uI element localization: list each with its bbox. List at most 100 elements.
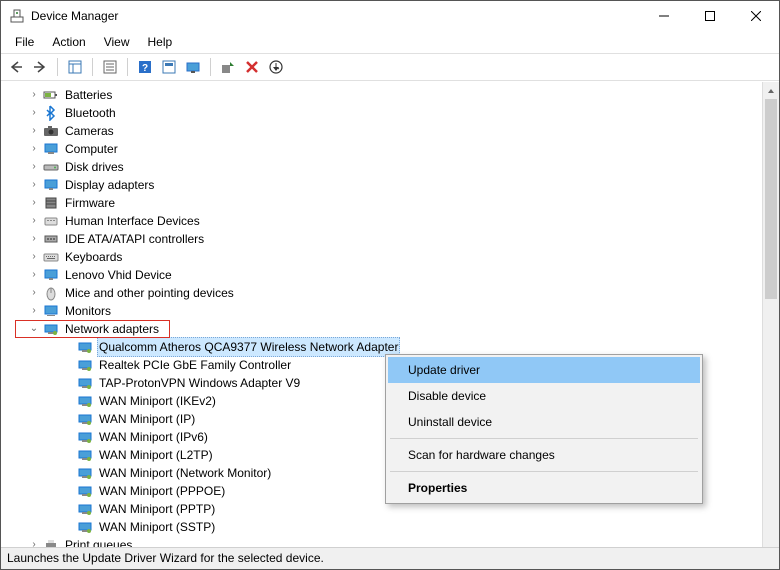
separator <box>390 438 698 439</box>
network-icon <box>77 339 93 355</box>
expand-icon[interactable]: › <box>27 194 41 212</box>
tree-category-label: Network adapters <box>63 320 161 338</box>
tree-category[interactable]: › Human Interface Devices <box>11 212 779 230</box>
expand-icon[interactable]: › <box>27 230 41 248</box>
window-title: Device Manager <box>31 9 641 23</box>
expand-icon[interactable]: › <box>27 302 41 320</box>
update-driver-button[interactable] <box>265 56 287 78</box>
uninstall-button[interactable] <box>241 56 263 78</box>
forward-button[interactable] <box>29 56 51 78</box>
separator <box>127 58 128 76</box>
tree-category-label: Human Interface Devices <box>63 212 202 230</box>
expand-icon[interactable]: › <box>27 176 41 194</box>
menu-action[interactable]: Action <box>44 33 93 51</box>
tree-device-label: WAN Miniport (IKEv2) <box>97 392 218 410</box>
statusbar: Launches the Update Driver Wizard for th… <box>1 547 779 569</box>
tree-device-label: Qualcomm Atheros QCA9377 Wireless Networ… <box>97 337 400 357</box>
close-button[interactable] <box>733 1 779 31</box>
tree-category-label: Keyboards <box>63 248 124 266</box>
menu-view[interactable]: View <box>96 33 138 51</box>
display-icon <box>43 177 59 193</box>
show-hide-tree-button[interactable] <box>64 56 86 78</box>
toolbar: ? <box>1 53 779 81</box>
context-scan-hardware[interactable]: Scan for hardware changes <box>388 442 700 468</box>
bluetooth-icon <box>43 105 59 121</box>
network-icon <box>77 429 93 445</box>
tree-category-label: Monitors <box>63 302 113 320</box>
tree-device-label: WAN Miniport (SSTP) <box>97 518 217 536</box>
tree-category[interactable]: › IDE ATA/ATAPI controllers <box>11 230 779 248</box>
tree-category-label: Mice and other pointing devices <box>63 284 236 302</box>
menu-file[interactable]: File <box>7 33 42 51</box>
network-icon <box>43 321 59 337</box>
network-icon <box>77 519 93 535</box>
separator <box>210 58 211 76</box>
tree-category-label: Display adapters <box>63 176 156 194</box>
expand-icon[interactable]: › <box>27 266 41 284</box>
context-properties[interactable]: Properties <box>388 475 700 501</box>
camera-icon <box>43 123 59 139</box>
titlebar: Device Manager <box>1 1 779 31</box>
context-menu: Update driver Disable device Uninstall d… <box>385 354 703 504</box>
tree-category[interactable]: › Mice and other pointing devices <box>11 284 779 302</box>
scrollbar-thumb[interactable] <box>765 99 777 299</box>
tree-category[interactable]: ›Computer <box>11 140 779 158</box>
tree-device-label: TAP-ProtonVPN Windows Adapter V9 <box>97 374 302 392</box>
display-icon <box>43 267 59 283</box>
tree-category[interactable]: ›Bluetooth <box>11 104 779 122</box>
expand-icon[interactable]: › <box>27 140 41 158</box>
tree-category[interactable]: ›Disk drives <box>11 158 779 176</box>
maximize-button[interactable] <box>687 1 733 31</box>
network-icon <box>77 447 93 463</box>
tree-device-label: WAN Miniport (Network Monitor) <box>97 464 273 482</box>
tree-category[interactable]: › Display adapters <box>11 176 779 194</box>
tree-category-label: IDE ATA/ATAPI controllers <box>63 230 206 248</box>
vertical-scrollbar[interactable] <box>762 82 779 561</box>
tree-category-label: Cameras <box>63 122 116 140</box>
tree-category[interactable]: ⌄ Network adapters <box>11 320 779 338</box>
tree-device[interactable]: ›WAN Miniport (SSTP) <box>11 518 779 536</box>
monitor-icon <box>43 303 59 319</box>
keyboard-icon <box>43 249 59 265</box>
expand-icon[interactable]: › <box>27 122 41 140</box>
context-disable-device[interactable]: Disable device <box>388 383 700 409</box>
expand-icon[interactable]: › <box>27 284 41 302</box>
tree-device-label: WAN Miniport (L2TP) <box>97 446 215 464</box>
svg-text:?: ? <box>142 63 148 74</box>
tree-category[interactable]: ›Lenovo Vhid Device <box>11 266 779 284</box>
back-button[interactable] <box>5 56 27 78</box>
minimize-button[interactable] <box>641 1 687 31</box>
expand-icon[interactable]: › <box>27 212 41 230</box>
tree-category[interactable]: › Monitors <box>11 302 779 320</box>
tree-device-label: Realtek PCIe GbE Family Controller <box>97 356 293 374</box>
help-button[interactable]: ? <box>134 56 156 78</box>
separator <box>92 58 93 76</box>
hid-icon <box>43 213 59 229</box>
window-controls <box>641 1 779 31</box>
properties-button[interactable] <box>99 56 121 78</box>
action-button[interactable] <box>158 56 180 78</box>
tree-category[interactable]: ›Batteries <box>11 86 779 104</box>
expand-icon[interactable]: › <box>27 104 41 122</box>
scan-hardware-button[interactable] <box>182 56 204 78</box>
expand-icon[interactable]: › <box>27 248 41 266</box>
tree-category[interactable]: › Cameras <box>11 122 779 140</box>
app-icon <box>9 8 25 24</box>
menu-help[interactable]: Help <box>140 33 181 51</box>
enable-button[interactable] <box>217 56 239 78</box>
tree-device-label: WAN Miniport (IP) <box>97 410 197 428</box>
scroll-up-icon[interactable] <box>763 82 779 99</box>
collapse-icon[interactable]: ⌄ <box>27 320 41 338</box>
tree-category[interactable]: ›Firmware <box>11 194 779 212</box>
network-icon <box>77 501 93 517</box>
tree-device-label: WAN Miniport (IPv6) <box>97 428 210 446</box>
mouse-icon <box>43 285 59 301</box>
network-icon <box>77 375 93 391</box>
tree-device-label: WAN Miniport (PPTP) <box>97 500 217 518</box>
network-icon <box>77 357 93 373</box>
context-uninstall-device[interactable]: Uninstall device <box>388 409 700 435</box>
expand-icon[interactable]: › <box>27 158 41 176</box>
context-update-driver[interactable]: Update driver <box>388 357 700 383</box>
tree-category[interactable]: › Keyboards <box>11 248 779 266</box>
expand-icon[interactable]: › <box>27 86 41 104</box>
